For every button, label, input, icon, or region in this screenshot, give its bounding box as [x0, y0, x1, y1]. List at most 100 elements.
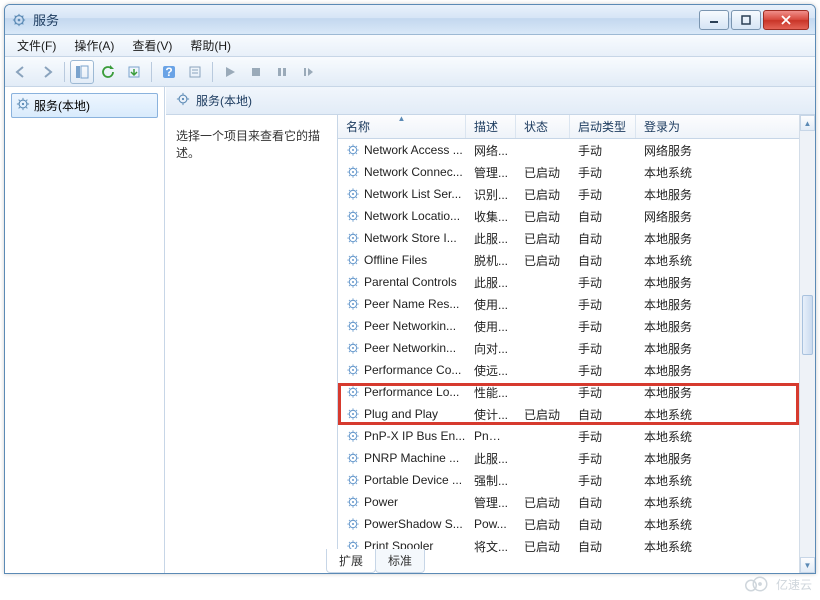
service-name: Parental Controls: [364, 275, 457, 289]
gear-icon: [346, 429, 360, 443]
service-row[interactable]: Portable Device ...强制...手动本地系统: [338, 469, 799, 491]
gear-icon: [346, 363, 360, 377]
service-startup: 自动: [570, 406, 636, 423]
service-logon: 本地系统: [636, 406, 799, 423]
gear-icon: [346, 297, 360, 311]
service-row[interactable]: Offline Files脱机...已启动自动本地系统: [338, 249, 799, 271]
service-logon: 本地服务: [636, 340, 799, 357]
scroll-down-button[interactable]: ▼: [800, 557, 815, 573]
service-row[interactable]: Peer Networkin...向对...手动本地服务: [338, 337, 799, 359]
service-desc: 此服...: [466, 450, 516, 467]
forward-button[interactable]: [35, 60, 59, 84]
service-row[interactable]: Peer Name Res...使用...手动本地服务: [338, 293, 799, 315]
pause-service-button[interactable]: [270, 60, 294, 84]
service-startup: 自动: [570, 516, 636, 533]
service-name: Performance Co...: [364, 363, 461, 377]
service-name: Portable Device ...: [364, 473, 462, 487]
vertical-scrollbar[interactable]: ▲ ▼: [799, 115, 815, 573]
menu-action[interactable]: 操作(A): [66, 35, 122, 56]
service-name: Peer Networkin...: [364, 319, 456, 333]
gear-icon: [346, 253, 360, 267]
menu-file[interactable]: 文件(F): [9, 35, 64, 56]
toolbar-separator: [151, 62, 152, 82]
stop-service-button[interactable]: [244, 60, 268, 84]
service-name: Network Access ...: [364, 143, 463, 157]
service-row[interactable]: PNRP Machine ...此服...手动本地服务: [338, 447, 799, 469]
column-name[interactable]: 名称▲: [338, 115, 466, 138]
column-startup[interactable]: 启动类型: [570, 115, 636, 138]
service-row[interactable]: Plug and Play使计...已启动自动本地系统: [338, 403, 799, 425]
titlebar[interactable]: 服务: [5, 5, 815, 35]
tab-standard[interactable]: 标准: [375, 549, 425, 573]
close-button[interactable]: [763, 10, 809, 30]
menu-help[interactable]: 帮助(H): [182, 35, 239, 56]
service-logon: 本地服务: [636, 384, 799, 401]
gear-icon: [16, 97, 30, 114]
service-status: 已启动: [516, 186, 570, 203]
tree-root-label: 服务(本地): [34, 97, 90, 114]
watermark-text: 亿速云: [776, 576, 812, 593]
properties-button[interactable]: [183, 60, 207, 84]
service-desc: 管理...: [466, 494, 516, 511]
gear-icon: [346, 209, 360, 223]
menubar: 文件(F) 操作(A) 查看(V) 帮助(H): [5, 35, 815, 57]
service-row[interactable]: Network Connec...管理...已启动手动本地系统: [338, 161, 799, 183]
service-row[interactable]: Network Locatio...收集...已启动自动网络服务: [338, 205, 799, 227]
service-logon: 本地系统: [636, 252, 799, 269]
service-status: 已启动: [516, 494, 570, 511]
menu-view[interactable]: 查看(V): [124, 35, 180, 56]
column-status[interactable]: 状态: [516, 115, 570, 138]
gear-icon: [346, 319, 360, 333]
service-name: Peer Name Res...: [364, 297, 459, 311]
show-tree-button[interactable]: [70, 60, 94, 84]
watermark: 亿速云: [742, 574, 812, 594]
tab-extended[interactable]: 扩展: [326, 549, 376, 573]
start-service-button[interactable]: [218, 60, 242, 84]
service-row[interactable]: PnP-X IP Bus En...PnP-...手动本地系统: [338, 425, 799, 447]
service-row[interactable]: Network Store I...此服...已启动自动本地服务: [338, 227, 799, 249]
service-logon: 网络服务: [636, 208, 799, 225]
service-logon: 本地服务: [636, 296, 799, 313]
service-row[interactable]: Peer Networkin...使用...手动本地服务: [338, 315, 799, 337]
maximize-button[interactable]: [731, 10, 761, 30]
list-header: 名称▲ 描述 状态 启动类型 登录为: [338, 115, 815, 139]
scroll-up-button[interactable]: ▲: [800, 115, 815, 131]
app-icon: [11, 12, 27, 28]
service-row[interactable]: PowerShadow S...Pow...已启动自动本地系统: [338, 513, 799, 535]
service-row[interactable]: Power管理...已启动自动本地系统: [338, 491, 799, 513]
tree-root-node[interactable]: 服务(本地): [11, 93, 158, 118]
service-status: 已启动: [516, 538, 570, 555]
gear-icon: [346, 187, 360, 201]
service-row[interactable]: Network Access ...网络...手动网络服务: [338, 139, 799, 161]
restart-service-button[interactable]: [296, 60, 320, 84]
service-desc: 管理...: [466, 164, 516, 181]
column-desc[interactable]: 描述: [466, 115, 516, 138]
service-row[interactable]: Performance Lo...性能...手动本地服务: [338, 381, 799, 403]
service-row[interactable]: Performance Co...使远...手动本地服务: [338, 359, 799, 381]
service-name: Network Locatio...: [364, 209, 460, 223]
minimize-button[interactable]: [699, 10, 729, 30]
help-button[interactable]: ?: [157, 60, 181, 84]
service-logon: 本地系统: [636, 538, 799, 555]
service-desc: 使远...: [466, 362, 516, 379]
service-row[interactable]: Network List Ser...识别...已启动手动本地服务: [338, 183, 799, 205]
service-startup: 手动: [570, 296, 636, 313]
service-logon: 本地服务: [636, 186, 799, 203]
back-button[interactable]: [9, 60, 33, 84]
view-tabs: 扩展 标准: [326, 551, 424, 573]
service-name: PowerShadow S...: [364, 517, 463, 531]
refresh-button[interactable]: [96, 60, 120, 84]
service-logon: 本地系统: [636, 164, 799, 181]
service-logon: 网络服务: [636, 142, 799, 159]
toolbar-separator: [64, 62, 65, 82]
service-desc: 网络...: [466, 142, 516, 159]
service-startup: 手动: [570, 318, 636, 335]
export-list-button[interactable]: [122, 60, 146, 84]
column-logon[interactable]: 登录为: [636, 115, 815, 138]
service-row[interactable]: Parental Controls此服...手动本地服务: [338, 271, 799, 293]
gear-icon: [346, 385, 360, 399]
service-status: 已启动: [516, 252, 570, 269]
scrollbar-thumb[interactable]: [802, 295, 813, 355]
toolbar: ?: [5, 57, 815, 87]
gear-icon: [346, 517, 360, 531]
